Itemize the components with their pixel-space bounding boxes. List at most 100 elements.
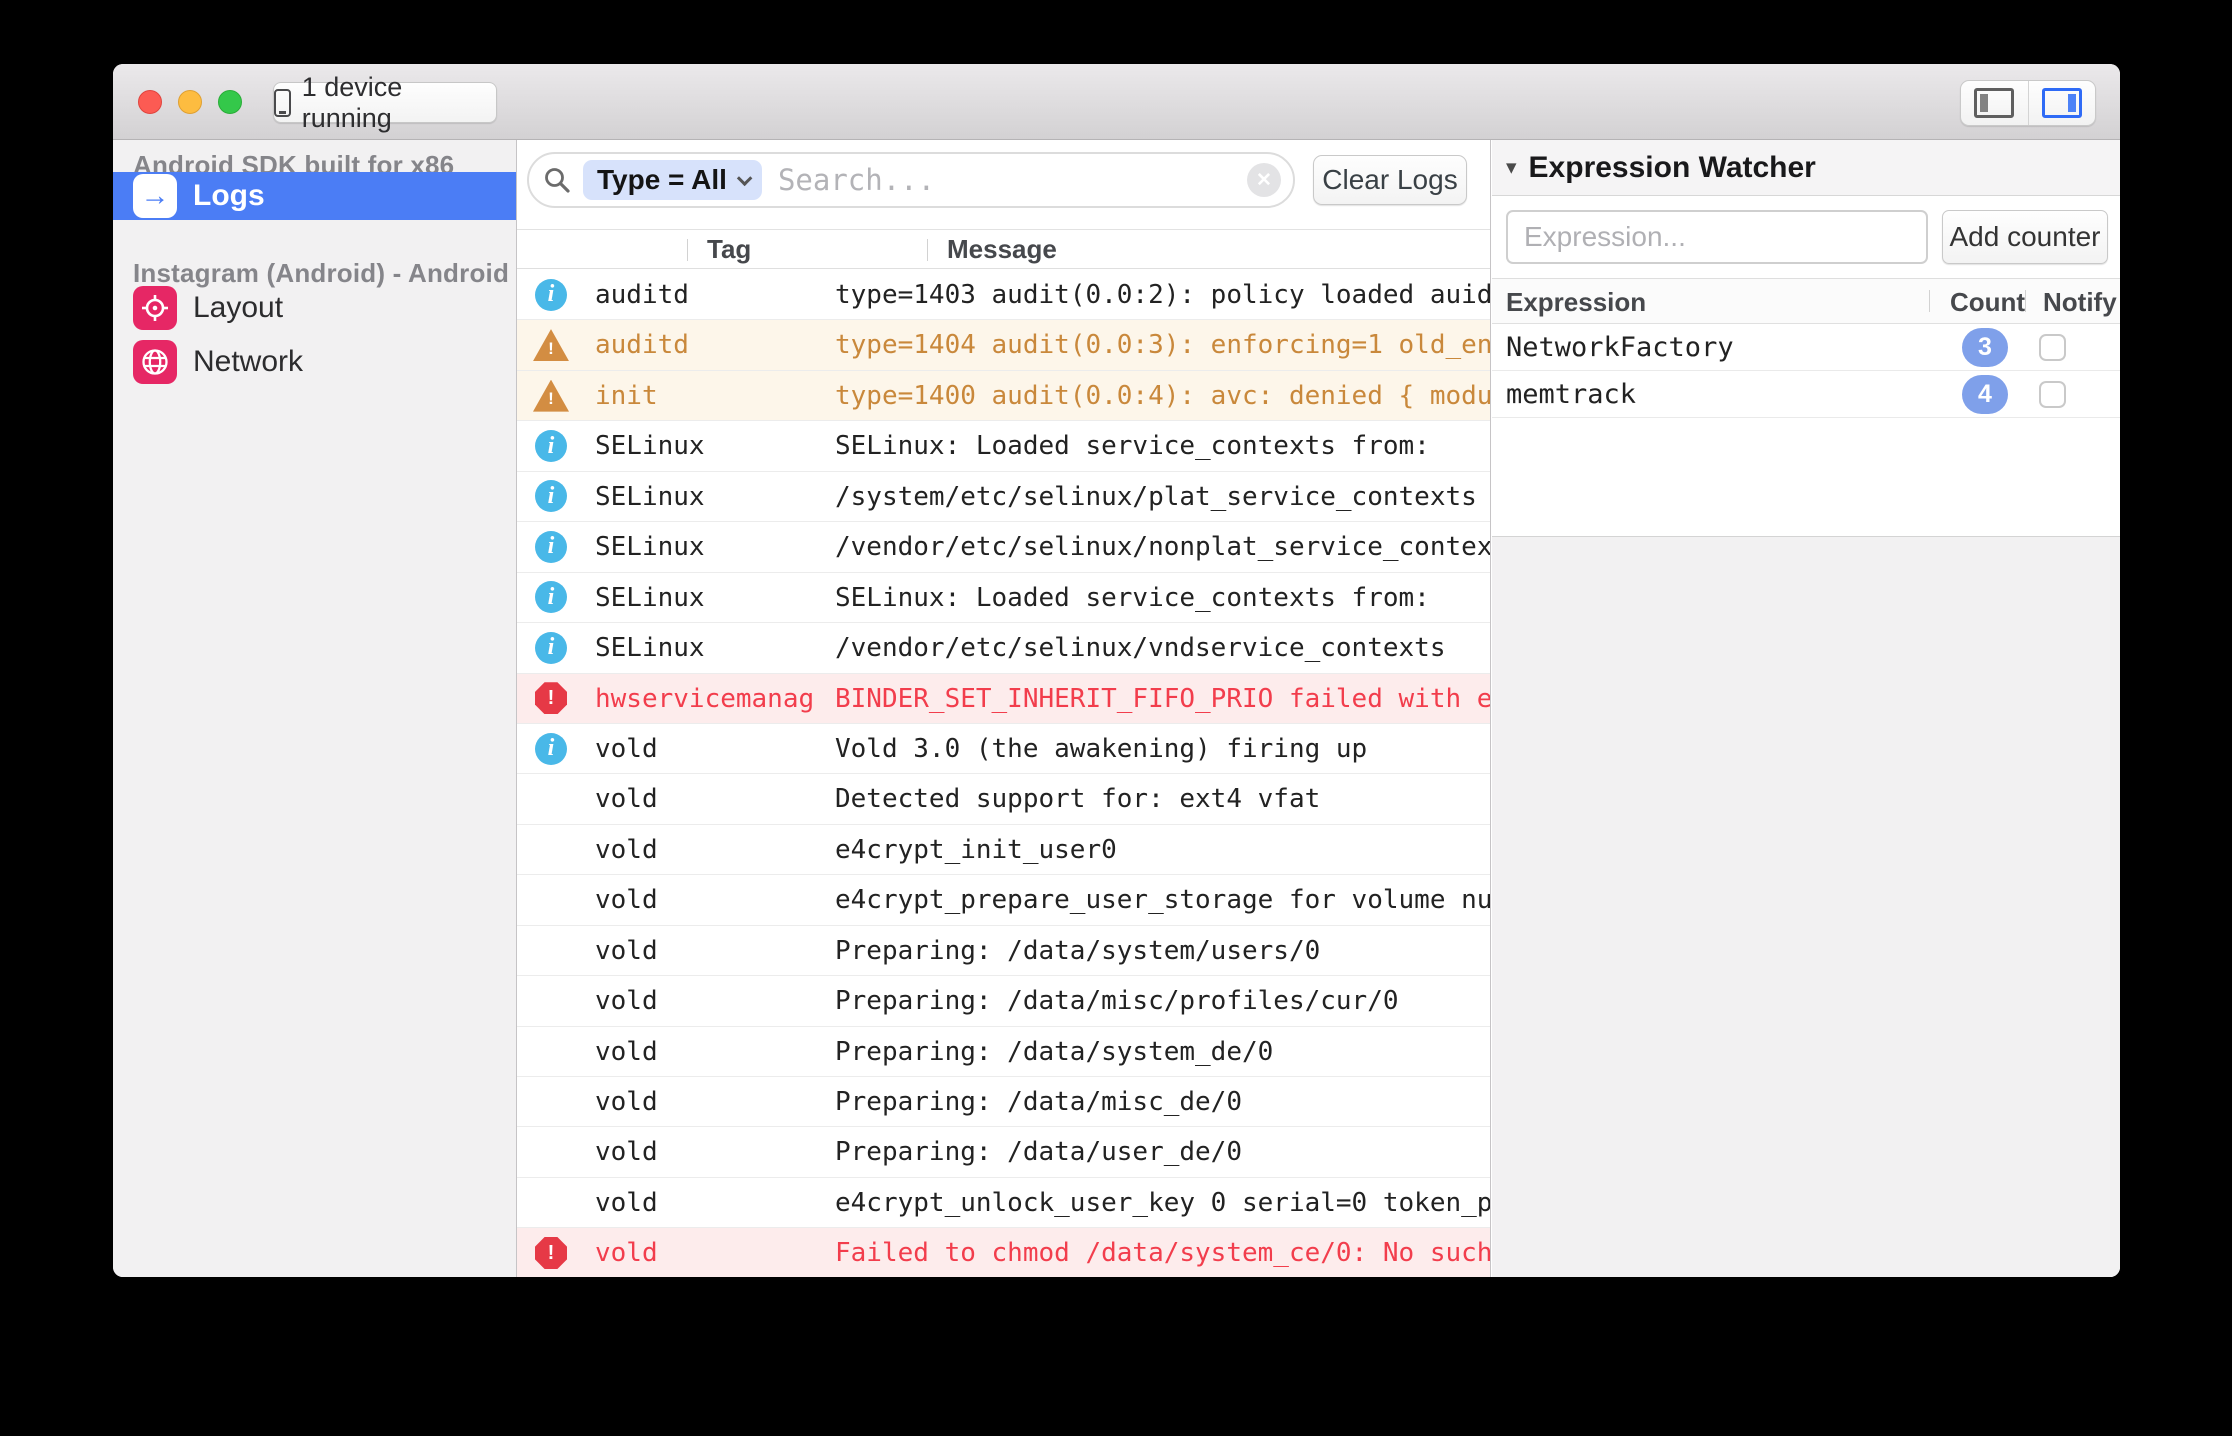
search-bar: Type = All ✕ [527,152,1295,208]
log-level-icon [529,926,573,975]
clear-logs-button[interactable]: Clear Logs [1313,155,1467,205]
log-level-icon [529,825,573,874]
log-tag: hwservicemanag [595,683,815,714]
log-tag: vold [595,935,658,966]
sidebar-item-logs[interactable]: → Logs [113,172,516,220]
close-window-button[interactable] [138,90,162,114]
log-row[interactable]: vold Preparing: /data/misc/profiles/cur/… [517,976,1490,1027]
log-message: e4crypt_unlock_user_key 0 serial=0 token… [835,1187,1490,1218]
log-level-icon: i [529,472,573,521]
log-toolbar: Type = All ✕ Clear Logs [517,140,1490,230]
log-row[interactable]: i vold Vold 3.0 (the awakening) firing u… [517,723,1490,775]
zoom-window-button[interactable] [218,90,242,114]
log-level-icon [529,1127,573,1176]
titlebar: 1 device running [113,64,2120,140]
watcher-expression: memtrack [1506,379,1637,410]
log-message: e4crypt_prepare_user_storage for volume … [835,885,1490,916]
column-header-expression[interactable]: Expression [1506,284,1646,320]
sidebar-item-network[interactable]: Network [113,338,516,386]
log-row[interactable]: ! hwservicemanag BINDER_SET_INHERIT_FIFO… [517,673,1490,724]
logs-plugin-panel: Type = All ✕ Clear Logs Tag Message i au… [517,140,1491,1277]
device-selector-label: 1 device running [301,71,403,133]
count-badge: 4 [1962,375,2008,414]
log-message: BINDER_SET_INHERIT_FIFO_PRIO failed with… [835,683,1490,714]
log-tag: SELinux [595,633,705,664]
log-message: Preparing: /data/misc/profiles/cur/0 [835,986,1399,1017]
log-message: Preparing: /data/system_de/0 [835,1036,1274,1067]
log-message: SELinux: Loaded service_contexts from: [835,431,1430,462]
device-selector-button[interactable]: 1 device running [273,72,497,133]
sidebar-item-layout[interactable]: Layout [113,284,516,332]
log-level-icon: ! [529,371,573,420]
info-icon: i [535,480,567,513]
column-header-count[interactable]: Count [1950,284,2025,320]
log-message: Failed to chmod /data/system_ce/0: No su… [835,1238,1490,1269]
log-row[interactable]: vold e4crypt_unlock_user_key 0 serial=0 … [517,1177,1490,1229]
log-level-icon [529,1178,573,1227]
log-tag: vold [595,1238,658,1269]
count-badge: 3 [1962,328,2008,367]
log-level-icon: i [529,623,573,672]
column-header-notify[interactable]: Notify [2043,284,2117,320]
log-message: /system/etc/selinux/plat_service_context… [835,481,1477,512]
log-message: Preparing: /data/misc_de/0 [835,1087,1242,1117]
clear-search-icon[interactable]: ✕ [1247,163,1281,197]
search-input[interactable] [775,162,1247,198]
log-row[interactable]: i SELinux /vendor/etc/selinux/nonplat_se… [517,522,1490,573]
log-row[interactable]: i SELinux SELinux: Loaded service_contex… [517,572,1490,624]
info-icon: i [535,278,567,311]
info-icon: i [535,581,567,614]
log-tag: vold [595,885,658,916]
log-row[interactable]: vold Preparing: /data/system/users/0 [517,925,1490,977]
log-message: /vendor/etc/selinux/vndservice_contexts [835,633,1446,664]
watcher-row[interactable]: memtrack 4 [1492,371,2120,418]
log-level-icon: i [529,421,573,470]
notify-checkbox[interactable] [2039,381,2066,408]
watcher-table-header: Expression Count Notify [1492,279,2120,324]
log-level-icon [529,1077,573,1126]
log-tag: SELinux [595,582,705,613]
column-header-tag[interactable]: Tag [707,231,751,267]
type-filter-chip[interactable]: Type = All [583,160,762,200]
sidebar-item-label: Logs [193,179,265,212]
watcher-row[interactable]: NetworkFactory 3 [1492,324,2120,371]
log-level-icon: i [529,724,573,773]
log-row[interactable]: ! init type=1400 audit(0.0:4): avc: deni… [517,370,1490,422]
column-header-message[interactable]: Message [947,231,1057,267]
expression-input[interactable] [1506,210,1928,264]
layout-target-icon [133,286,177,330]
log-row[interactable]: ! vold Failed to chmod /data/system_ce/0… [517,1228,1490,1277]
toggle-right-panel-button[interactable] [2027,81,2096,125]
log-row[interactable]: i SELinux /vendor/etc/selinux/vndservice… [517,623,1490,674]
log-row[interactable]: vold Detected support for: ext4 vfat [517,774,1490,825]
log-tag: auditd [595,330,689,361]
log-tag: auditd [595,280,689,310]
log-row[interactable]: vold Preparing: /data/misc_de/0 [517,1077,1490,1128]
logs-plugin-icon: → [133,174,177,218]
log-row[interactable]: i SELinux /system/etc/selinux/plat_servi… [517,471,1490,523]
log-level-icon [529,774,573,823]
toggle-left-panel-button[interactable] [1961,81,2028,125]
add-counter-label: Add counter [1949,221,2101,252]
info-icon: i [535,530,567,563]
log-row[interactable]: vold e4crypt_prepare_user_storage for vo… [517,875,1490,926]
minimize-window-button[interactable] [178,90,202,114]
log-message: type=1400 audit(0.0:4): avc: denied { mo… [835,380,1490,411]
notify-checkbox[interactable] [2039,334,2066,361]
log-tag: vold [595,986,658,1017]
log-row[interactable]: i auditd type=1403 audit(0.0:2): policy … [517,270,1490,321]
add-counter-button[interactable]: Add counter [1942,210,2108,264]
log-row[interactable]: vold e4crypt_init_user0 [517,824,1490,876]
plugin-sidebar: Android SDK built for x86 → Logs Instagr… [113,140,517,1277]
log-message: type=1404 audit(0.0:3): enforcing=1 old_… [835,330,1490,361]
info-icon: i [535,631,567,664]
expression-watcher-title: Expression Watcher [1528,150,1816,184]
log-row[interactable]: i SELinux SELinux: Loaded service_contex… [517,421,1490,472]
log-tag: SELinux [595,532,705,563]
log-row[interactable]: vold Preparing: /data/user_de/0 [517,1127,1490,1178]
log-row[interactable]: vold Preparing: /data/system_de/0 [517,1026,1490,1077]
log-row[interactable]: ! auditd type=1404 audit(0.0:3): enforci… [517,320,1490,371]
collapse-triangle-icon: ▾ [1506,156,1517,179]
expression-watcher-header[interactable]: ▾ Expression Watcher [1492,140,2120,196]
log-tag: vold [595,834,658,865]
